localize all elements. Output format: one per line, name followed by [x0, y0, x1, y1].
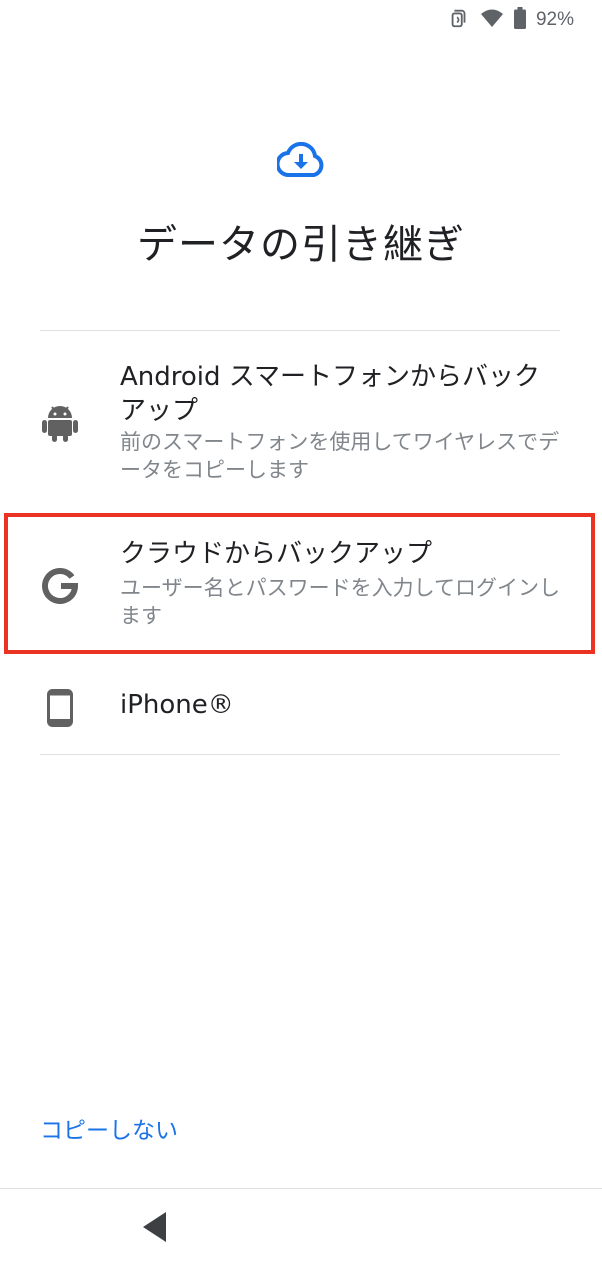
nfc-icon: [448, 7, 470, 33]
top-divider: [40, 330, 560, 331]
back-triangle-icon[interactable]: [140, 1210, 170, 1244]
battery-icon: [513, 7, 526, 33]
nav-divider: [0, 1188, 602, 1189]
phone-icon: [40, 688, 80, 728]
status-bar: 92%: [0, 0, 602, 40]
option-android-backup[interactable]: Android スマートフォンからバックアップ 前のスマートフォンを使用してワイ…: [0, 350, 602, 500]
option-cloud-backup[interactable]: クラウドからバックアップ ユーザー名とパスワードを入力してログインします: [0, 520, 602, 648]
cloud-download-icon: [275, 141, 325, 180]
google-g-icon: [40, 566, 80, 606]
skip-copy-link[interactable]: コピーしない: [40, 1111, 178, 1145]
option-iphone-title: iPhone®: [120, 690, 234, 720]
option-iphone[interactable]: iPhone®: [0, 668, 602, 748]
option-android-subtitle: 前のスマートフォンを使用してワイヤレスでデータをコピーします: [120, 430, 560, 482]
option-android-title: Android スマートフォンからバックアップ: [120, 362, 541, 426]
wifi-icon: [480, 8, 504, 32]
bottom-divider: [40, 754, 560, 755]
option-cloud-title: クラウドからバックアップ: [120, 539, 433, 569]
status-icons: 92%: [448, 7, 574, 33]
option-cloud-subtitle: ユーザー名とパスワードを入力してログインします: [120, 576, 560, 628]
battery-percent: 92%: [535, 9, 574, 30]
page-title: データの引き継ぎ: [137, 222, 465, 268]
android-icon: [40, 402, 80, 442]
